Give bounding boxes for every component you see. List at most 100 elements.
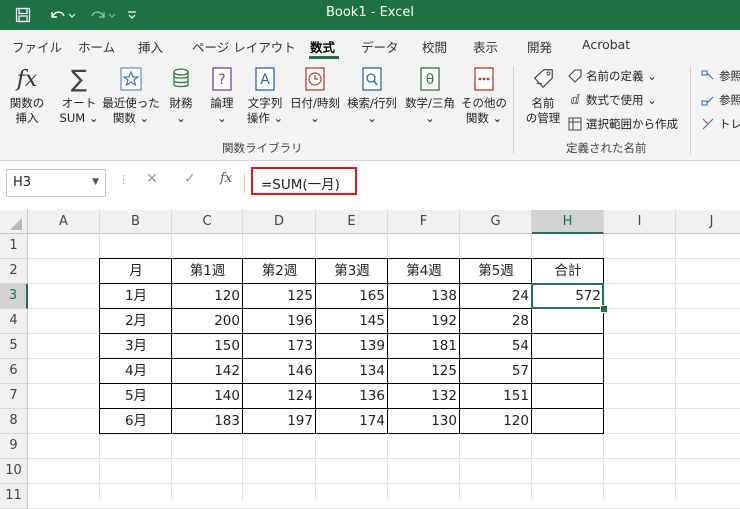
column-header[interactable]: B [100,210,172,234]
month-cell[interactable]: 2月 [100,309,172,334]
value-cell[interactable]: 165 [316,284,388,309]
value-cell[interactable]: 28 [460,309,532,334]
total-cell[interactable] [532,309,604,334]
table-header-cell[interactable]: 月 [100,259,172,284]
total-cell[interactable] [532,384,604,409]
row-header[interactable]: 10 [0,459,28,484]
value-cell[interactable]: 57 [460,359,532,384]
value-cell[interactable]: 136 [316,384,388,409]
row-header[interactable]: 6 [0,359,28,384]
value-cell[interactable]: 181 [388,334,460,359]
lookup-reference-button[interactable]: 検索/行列 ⌄ [344,66,400,126]
value-cell[interactable]: 183 [172,409,243,434]
row-header[interactable]: 3 [0,284,28,309]
column-header[interactable]: F [388,210,460,234]
use-in-formula-button[interactable]: ⅆ 数式で使用 ⌄ [567,92,656,108]
name-manager-button[interactable]: 名前 の管理 [520,66,566,126]
define-name-button[interactable]: 名前の定義 ⌄ [567,68,657,84]
value-cell[interactable]: 146 [243,359,316,384]
enter-icon[interactable]: ✓ [184,171,196,187]
tab-developer[interactable]: 開発 [527,37,552,56]
row-header[interactable]: 1 [0,234,28,259]
column-header[interactable]: D [243,210,316,234]
column-header[interactable]: E [316,210,388,234]
logical-button[interactable]: ? 論理 ⌄ [205,66,239,126]
value-cell[interactable]: 200 [172,309,243,334]
cancel-icon[interactable]: ✕ [146,171,158,187]
value-cell[interactable]: 145 [316,309,388,334]
total-cell[interactable] [532,409,604,434]
value-cell[interactable]: 138 [388,284,460,309]
trace-dependents-button[interactable]: 参照 [700,92,740,108]
value-cell[interactable]: 125 [388,359,460,384]
autosum-button[interactable]: ∑ オート SUM ⌄ [56,65,102,126]
insert-function-button[interactable]: fx 関数の 挿入 [6,66,48,126]
table-header-cell[interactable]: 第1週 [172,259,243,284]
select-all-corner[interactable] [0,210,28,234]
month-cell[interactable]: 6月 [100,409,172,434]
value-cell[interactable]: 124 [243,384,316,409]
tab-view[interactable]: 表示 [473,37,498,56]
row-header[interactable]: 7 [0,384,28,409]
value-cell[interactable]: 197 [243,409,316,434]
column-header[interactable]: I [604,210,676,234]
month-cell[interactable]: 5月 [100,384,172,409]
row-header[interactable]: 11 [0,484,28,509]
month-cell[interactable]: 1月 [100,284,172,309]
tab-insert[interactable]: 挿入 [138,37,163,56]
table-header-cell[interactable]: 第3週 [316,259,388,284]
name-box[interactable]: H3 ▼ [6,169,106,197]
row-header[interactable]: 2 [0,259,28,284]
column-header[interactable]: A [28,210,100,234]
tab-data[interactable]: データ [361,37,399,56]
tab-page-layout[interactable]: ページ レイアウト [192,37,296,56]
chevron-down-icon[interactable]: ▼ [92,177,99,187]
total-cell[interactable] [532,359,604,384]
row-header[interactable]: 5 [0,334,28,359]
financial-button[interactable]: 財務 ⌄ [164,66,198,126]
total-cell[interactable] [532,334,604,359]
tab-home[interactable]: ホーム [78,37,115,56]
month-cell[interactable]: 4月 [100,359,172,384]
more-functions-button[interactable]: その他の 関数 ⌄ [460,66,508,126]
tab-acrobat[interactable]: Acrobat [582,37,630,52]
value-cell[interactable]: 120 [172,284,243,309]
row-header[interactable]: 9 [0,434,28,459]
insert-function-icon[interactable]: fx [220,171,232,186]
tab-file[interactable]: ファイル [12,37,62,56]
table-header-cell[interactable]: 合計 [532,259,604,284]
value-cell[interactable]: 134 [316,359,388,384]
value-cell[interactable]: 132 [388,384,460,409]
row-header[interactable]: 8 [0,409,28,434]
value-cell[interactable]: 151 [460,384,532,409]
value-cell[interactable]: 130 [388,409,460,434]
value-cell[interactable]: 142 [172,359,243,384]
fill-handle[interactable] [600,305,608,313]
math-trig-button[interactable]: θ 数学/三角 ⌄ [402,66,458,126]
value-cell[interactable]: 140 [172,384,243,409]
text-button[interactable]: A 文字列 操作 ⌄ [242,66,288,126]
remove-arrows-button[interactable]: トレ [700,116,740,132]
date-time-button[interactable]: 日付/時刻 ⌄ [288,66,342,126]
column-header[interactable]: H [532,210,604,234]
row-header[interactable]: 4 [0,309,28,334]
value-cell[interactable]: 173 [243,334,316,359]
value-cell[interactable]: 192 [388,309,460,334]
value-cell[interactable]: 120 [460,409,532,434]
trace-precedents-button[interactable]: 参照 [700,68,740,84]
recently-used-button[interactable]: 最近使った 関数 ⌄ [102,66,160,126]
tab-formulas[interactable]: 数式 [310,37,335,56]
active-cell-outline[interactable] [531,283,604,309]
column-header[interactable]: G [460,210,532,234]
create-from-selection-button[interactable]: 選択範囲から作成 [567,116,678,132]
column-header[interactable]: C [172,210,243,234]
table-header-cell[interactable]: 第2週 [243,259,316,284]
tab-review[interactable]: 校閲 [422,37,447,56]
value-cell[interactable]: 196 [243,309,316,334]
formula-input[interactable]: =SUM(一月) [251,167,357,195]
month-cell[interactable]: 3月 [100,334,172,359]
value-cell[interactable]: 150 [172,334,243,359]
worksheet-grid[interactable]: A B C D E F G H I J 1 2 3 4 5 6 7 8 9 10 11 月第1週 第2週 第3週 第4週 第5週合… [0,210,740,509]
column-header[interactable]: J [676,210,740,234]
value-cell[interactable]: 125 [243,284,316,309]
